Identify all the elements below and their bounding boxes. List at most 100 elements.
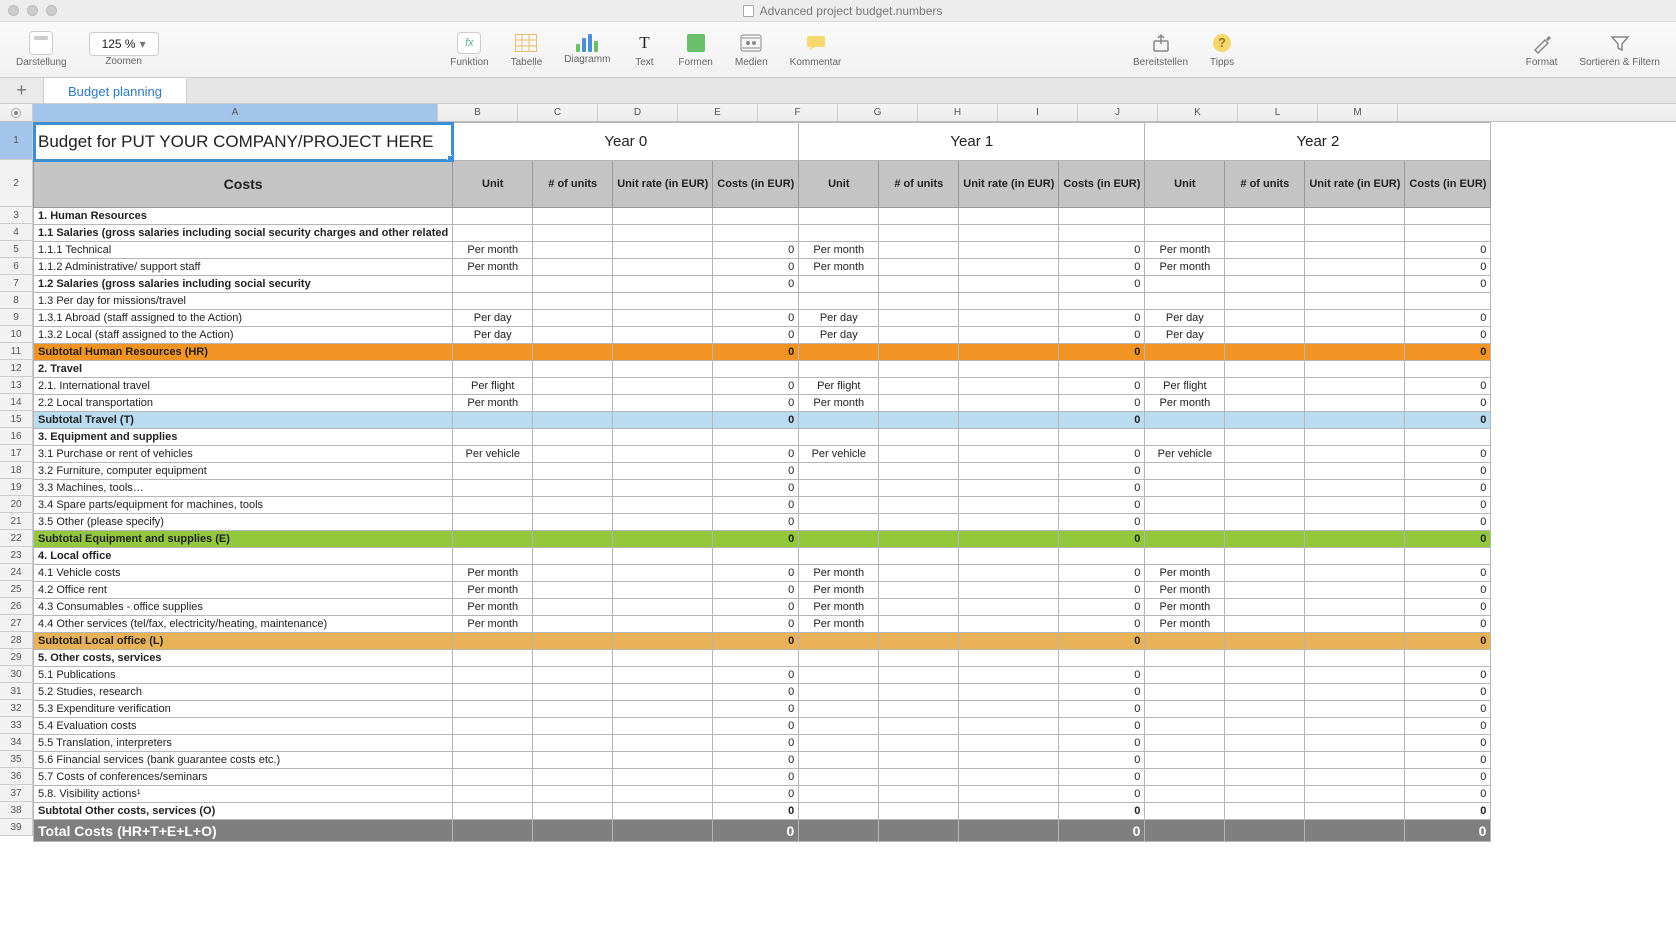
cell[interactable] [613,310,713,327]
cell[interactable]: 0 [1405,242,1491,259]
cell[interactable] [1305,820,1405,842]
cell[interactable] [1225,616,1305,633]
cell[interactable]: 0 [1405,820,1491,842]
cell[interactable]: 0 [1405,480,1491,497]
cell[interactable] [613,684,713,701]
column-header-E[interactable]: E [678,104,758,121]
cell[interactable] [613,616,713,633]
cell[interactable]: 0 [713,497,799,514]
cell[interactable] [1225,514,1305,531]
cell[interactable] [1225,344,1305,361]
cell[interactable] [799,497,879,514]
cell[interactable] [879,327,959,344]
row-header[interactable]: 4 [0,224,33,241]
cell[interactable] [533,616,613,633]
cell[interactable]: 0 [713,599,799,616]
cell[interactable] [959,361,1059,378]
cell[interactable] [1405,293,1491,310]
cell[interactable] [879,752,959,769]
close-icon[interactable] [8,5,19,16]
cell[interactable] [1145,786,1225,803]
cell[interactable]: 0 [1059,701,1145,718]
cell[interactable] [1305,208,1405,225]
cell[interactable] [453,684,533,701]
cell[interactable]: 4.1 Vehicle costs [34,565,453,582]
cell[interactable] [713,548,799,565]
cell[interactable]: Per month [799,259,879,276]
cell[interactable]: Subtotal Local office (L) [34,633,453,650]
cell[interactable] [1225,446,1305,463]
cell[interactable] [613,327,713,344]
row-header[interactable]: 39 [0,819,33,836]
cell[interactable] [533,276,613,293]
select-all-handle[interactable] [11,108,21,118]
cell[interactable] [879,718,959,735]
cell[interactable] [453,650,533,667]
cell[interactable] [1305,616,1405,633]
cell[interactable] [879,616,959,633]
cell[interactable] [879,412,959,429]
row-header[interactable]: 36 [0,768,33,785]
cell[interactable]: 0 [1059,395,1145,412]
cell[interactable]: Per month [453,582,533,599]
cell[interactable] [1225,480,1305,497]
cell[interactable] [1225,242,1305,259]
cell[interactable] [533,769,613,786]
cell[interactable] [1305,769,1405,786]
cell[interactable]: Costs [34,161,453,208]
cell[interactable]: Per month [453,259,533,276]
cell[interactable]: 0 [1059,786,1145,803]
cell[interactable]: 4.2 Office rent [34,582,453,599]
cell[interactable]: Per day [453,327,533,344]
cell[interactable]: 0 [713,752,799,769]
cell[interactable] [879,701,959,718]
cell[interactable]: 0 [1059,735,1145,752]
cell[interactable]: Per day [1145,327,1225,344]
cell[interactable]: 0 [713,735,799,752]
cell[interactable] [453,480,533,497]
cell[interactable] [799,650,879,667]
cell[interactable] [799,701,879,718]
row-header[interactable]: 22 [0,530,33,547]
cell[interactable]: 0 [1405,310,1491,327]
cell[interactable] [613,514,713,531]
cell[interactable]: Per month [1145,582,1225,599]
cell[interactable]: 0 [713,514,799,531]
cell[interactable] [879,497,959,514]
cell[interactable]: 1. Human Resources [34,208,453,225]
row-header[interactable]: 3 [0,207,33,224]
cell[interactable] [1225,633,1305,650]
cell[interactable] [713,429,799,446]
cell[interactable]: Per day [1145,310,1225,327]
cell[interactable] [1225,225,1305,242]
cell[interactable]: Subtotal Other costs, services (O) [34,803,453,820]
cell[interactable] [959,293,1059,310]
cell[interactable] [1145,361,1225,378]
row-header[interactable]: 26 [0,598,33,615]
cell[interactable] [533,582,613,599]
cell[interactable] [799,480,879,497]
cell[interactable]: 0 [1059,633,1145,650]
cell[interactable]: 0 [1059,412,1145,429]
minimize-icon[interactable] [27,5,38,16]
cell[interactable] [1405,361,1491,378]
cell[interactable] [879,820,959,842]
column-header-G[interactable]: G [838,104,918,121]
row-header[interactable]: 17 [0,445,33,462]
cell[interactable] [879,548,959,565]
cell[interactable]: 0 [1059,667,1145,684]
cell[interactable] [453,752,533,769]
row-header[interactable]: 32 [0,700,33,717]
function-button[interactable]: fx Funktion [450,31,488,68]
cell[interactable] [533,803,613,820]
cell[interactable] [1225,650,1305,667]
cell[interactable]: 0 [713,310,799,327]
cell[interactable] [1305,327,1405,344]
cell[interactable]: 1.1 Salaries (gross salaries including s… [34,225,453,242]
column-header-F[interactable]: F [758,104,838,121]
cell[interactable] [613,429,713,446]
row-header[interactable]: 2 [0,160,33,207]
cell[interactable]: 0 [713,276,799,293]
cell[interactable] [1225,412,1305,429]
cell[interactable] [879,769,959,786]
